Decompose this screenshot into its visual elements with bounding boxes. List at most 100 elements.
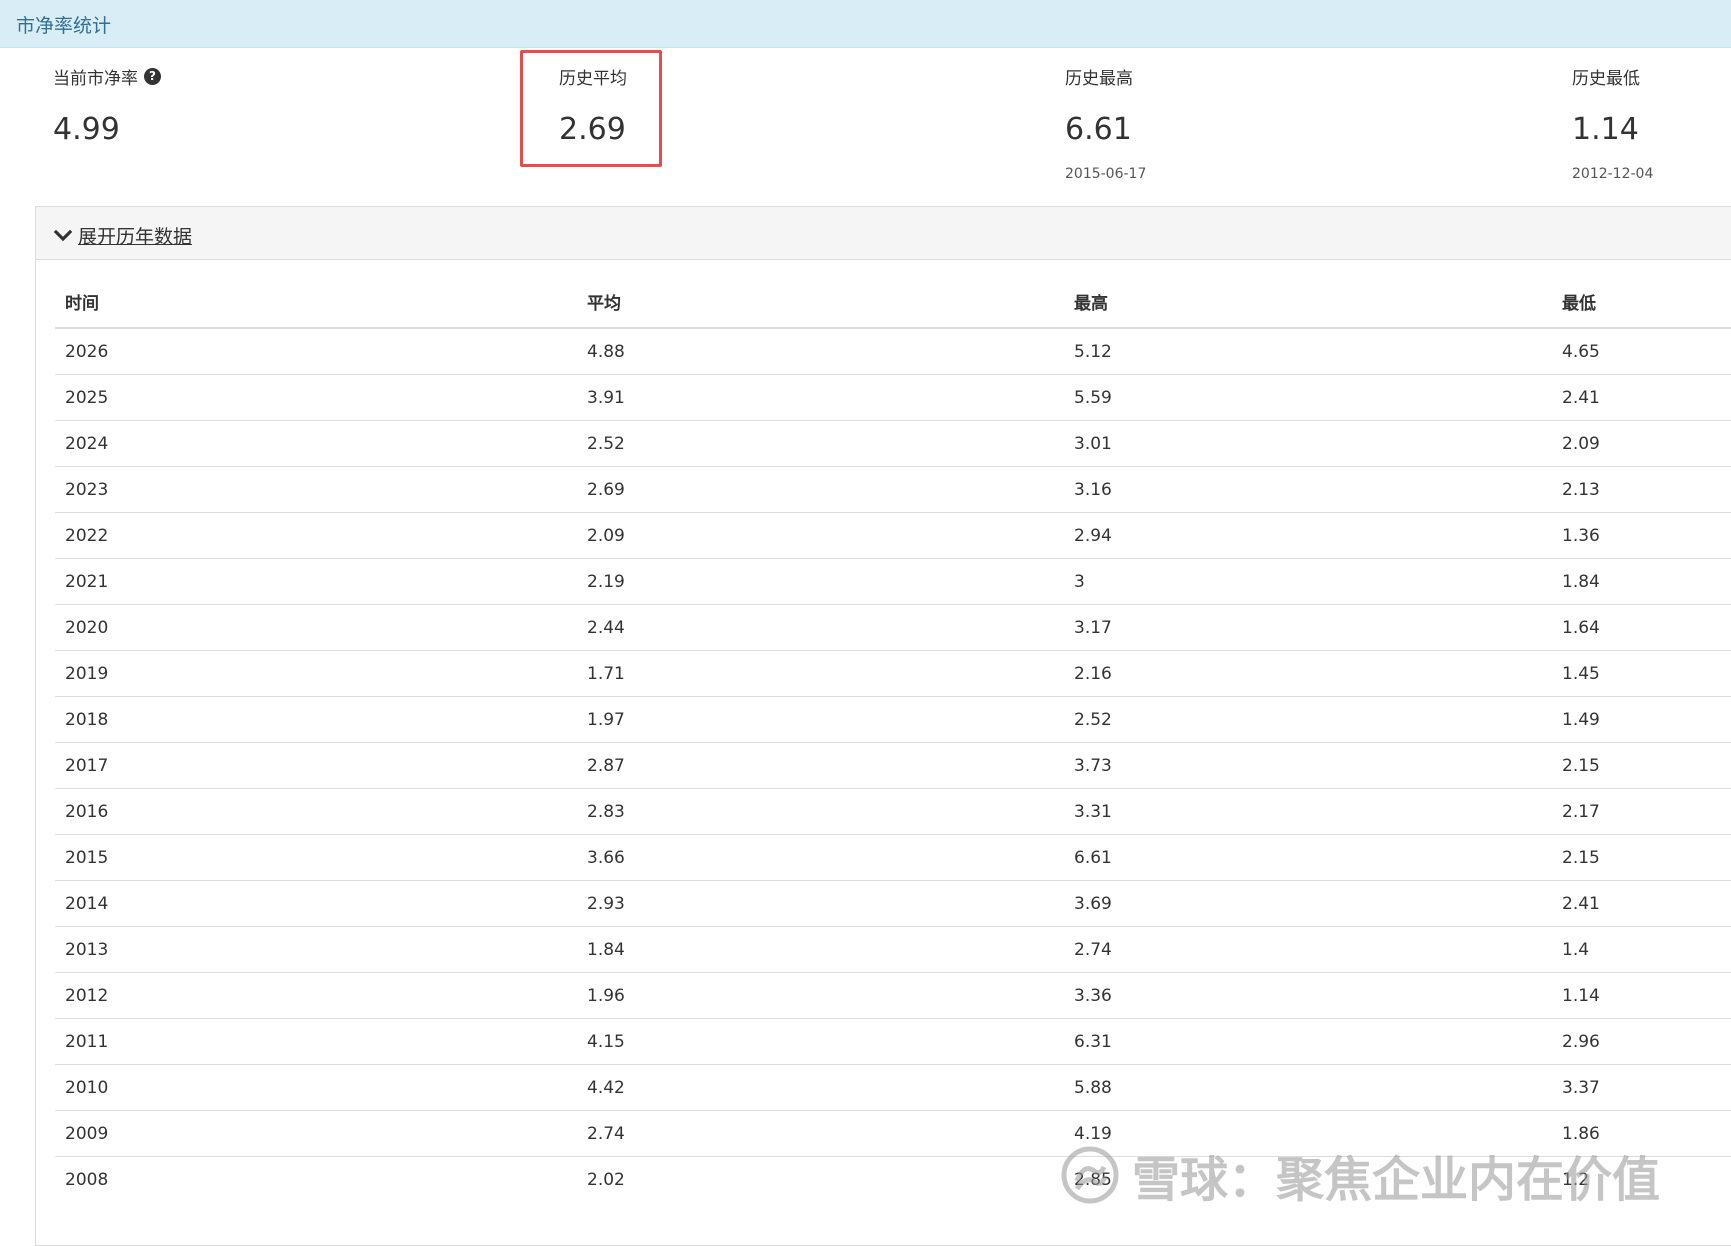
cell-average: 4.42 — [577, 1064, 1064, 1111]
expand-history-label: 展开历年数据 — [78, 226, 193, 248]
cell-average: 1.71 — [577, 650, 1064, 697]
stat-current-pb: 当前市净率 ? 4.99 — [53, 64, 161, 147]
table-row: 2021 2.19 3 1.84 — [55, 558, 1731, 605]
table-row: 2013 1.84 2.74 1.4 — [55, 926, 1731, 973]
chevron-down-icon — [54, 229, 72, 241]
question-circle-icon[interactable]: ? — [144, 68, 161, 85]
cell-lowest: 1.2 — [1552, 1156, 1731, 1202]
cell-lowest: 1.49 — [1552, 696, 1731, 743]
cell-highest: 5.12 — [1064, 327, 1552, 375]
cell-average: 1.96 — [577, 972, 1064, 1019]
table-row: 2014 2.93 3.69 2.41 — [55, 880, 1731, 927]
cell-lowest: 1.45 — [1552, 650, 1731, 697]
cell-lowest: 2.15 — [1552, 834, 1731, 881]
cell-time: 2008 — [55, 1156, 577, 1202]
cell-lowest: 1.14 — [1552, 972, 1731, 1019]
cell-highest: 3.31 — [1064, 788, 1552, 835]
column-header-average: 平均 — [577, 275, 1064, 329]
cell-average: 4.88 — [577, 327, 1064, 375]
cell-average: 2.74 — [577, 1110, 1064, 1157]
cell-highest: 3.01 — [1064, 420, 1552, 467]
cell-time: 2016 — [55, 788, 577, 835]
cell-average: 2.02 — [577, 1156, 1064, 1202]
cell-lowest: 1.84 — [1552, 558, 1731, 605]
table-row: 2016 2.83 3.31 2.17 — [55, 788, 1731, 835]
cell-lowest: 2.41 — [1552, 880, 1731, 927]
cell-average: 1.84 — [577, 926, 1064, 973]
cell-highest: 6.61 — [1064, 834, 1552, 881]
table-row: 2010 4.42 5.88 3.37 — [55, 1064, 1731, 1111]
cell-highest: 2.16 — [1064, 650, 1552, 697]
cell-time: 2011 — [55, 1018, 577, 1065]
cell-average: 4.15 — [577, 1018, 1064, 1065]
cell-highest: 3.73 — [1064, 742, 1552, 789]
cell-average: 1.97 — [577, 696, 1064, 743]
cell-lowest: 3.37 — [1552, 1064, 1731, 1111]
stat-current-value: 4.99 — [53, 112, 120, 147]
cell-time: 2017 — [55, 742, 577, 789]
column-header-highest: 最高 — [1064, 275, 1552, 329]
stat-average-value: 2.69 — [559, 112, 626, 147]
table-row: 2023 2.69 3.16 2.13 — [55, 466, 1731, 513]
cell-highest: 3 — [1064, 558, 1552, 605]
stat-history-lowest: 历史最低 1.14 2012-12-04 — [1572, 64, 1653, 182]
column-header-lowest: 最低 — [1552, 275, 1731, 329]
stat-average-label: 历史平均 — [559, 69, 627, 89]
table-row: 2020 2.44 3.17 1.64 — [55, 604, 1731, 651]
table-row: 2018 1.97 2.52 1.49 — [55, 696, 1731, 743]
stat-lowest-date: 2012-12-04 — [1572, 166, 1654, 182]
table-row: 2008 2.02 2.85 1.2 — [55, 1156, 1731, 1202]
cell-time: 2012 — [55, 972, 577, 1019]
cell-highest: 4.19 — [1064, 1110, 1552, 1157]
cell-time: 2023 — [55, 466, 577, 513]
table-row: 2012 1.96 3.36 1.14 — [55, 972, 1731, 1019]
table-row: 2019 1.71 2.16 1.45 — [55, 650, 1731, 697]
cell-highest: 3.16 — [1064, 466, 1552, 513]
panel-heading: 市净率统计 — [0, 0, 1731, 48]
stat-lowest-value: 1.14 — [1572, 112, 1639, 147]
cell-average: 2.93 — [577, 880, 1064, 927]
cell-time: 2022 — [55, 512, 577, 559]
cell-time: 2026 — [55, 327, 577, 375]
stat-lowest-label: 历史最低 — [1572, 69, 1640, 89]
cell-lowest: 4.65 — [1552, 327, 1731, 375]
cell-average: 3.66 — [577, 834, 1064, 881]
cell-lowest: 2.41 — [1552, 374, 1731, 421]
cell-average: 2.09 — [577, 512, 1064, 559]
table-row: 2026 4.88 5.12 4.65 — [55, 327, 1731, 375]
expand-history-toggle[interactable]: 展开历年数据 — [54, 222, 192, 249]
table-row: 2024 2.52 3.01 2.09 — [55, 420, 1731, 467]
cell-time: 2018 — [55, 696, 577, 743]
cell-highest: 3.36 — [1064, 972, 1552, 1019]
cell-lowest: 2.96 — [1552, 1018, 1731, 1065]
history-panel: 展开历年数据 时间 平均 最高 最低 2026 4.88 5.12 4.65 2025 3… — [35, 206, 1731, 1246]
cell-lowest: 2.17 — [1552, 788, 1731, 835]
stat-highest-label: 历史最高 — [1065, 69, 1133, 89]
cell-average: 3.91 — [577, 374, 1064, 421]
stat-highest-value: 6.61 — [1065, 112, 1132, 147]
table-header-row: 时间 平均 最高 最低 — [55, 275, 1731, 329]
history-table-body: 2026 4.88 5.12 4.65 2025 3.91 5.59 2.41 2024 2.52… — [55, 327, 1731, 1202]
cell-highest: 2.52 — [1064, 696, 1552, 743]
cell-average: 2.83 — [577, 788, 1064, 835]
table-row: 2009 2.74 4.19 1.86 — [55, 1110, 1731, 1157]
cell-time: 2014 — [55, 880, 577, 927]
cell-average: 2.44 — [577, 604, 1064, 651]
table-row: 2022 2.09 2.94 1.36 — [55, 512, 1731, 559]
cell-average: 2.52 — [577, 420, 1064, 467]
cell-lowest: 1.4 — [1552, 926, 1731, 973]
stat-history-highest: 历史最高 6.61 2015-06-17 — [1065, 64, 1146, 182]
cell-time: 2025 — [55, 374, 577, 421]
cell-lowest: 2.13 — [1552, 466, 1731, 513]
cell-time: 2009 — [55, 1110, 577, 1157]
cell-lowest: 1.36 — [1552, 512, 1731, 559]
column-header-time: 时间 — [55, 275, 577, 329]
history-panel-heading: 展开历年数据 — [36, 207, 1731, 260]
cell-time: 2010 — [55, 1064, 577, 1111]
table-row: 2015 3.66 6.61 2.15 — [55, 834, 1731, 881]
stat-current-label: 当前市净率 — [53, 69, 138, 89]
cell-highest: 5.88 — [1064, 1064, 1552, 1111]
cell-time: 2024 — [55, 420, 577, 467]
table-row: 2017 2.87 3.73 2.15 — [55, 742, 1731, 789]
cell-time: 2015 — [55, 834, 577, 881]
